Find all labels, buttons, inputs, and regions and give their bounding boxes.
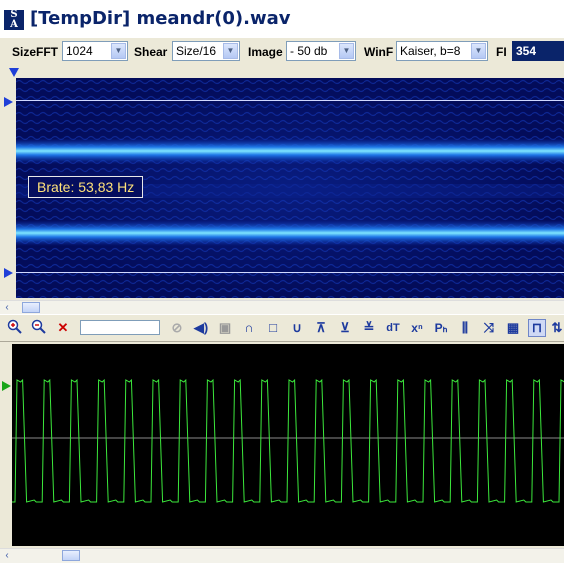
title-bar: S A [TempDir] meandr(0).wav <box>0 0 564 39</box>
sizefft-select[interactable]: 1024 ▼ <box>62 41 128 61</box>
window-title: [TempDir] meandr(0).wav <box>30 8 291 29</box>
scroll-left-icon[interactable]: ‹ <box>0 301 14 315</box>
chevron-down-icon[interactable]: ▼ <box>223 43 238 59</box>
waveform-view[interactable] <box>12 344 564 546</box>
pulse-icon[interactable]: ⊓ <box>528 319 546 337</box>
spectrogram-scrollbar[interactable]: ‹ <box>0 300 564 315</box>
winf-select[interactable]: Kaiser, b=8 ▼ <box>396 41 488 61</box>
arc-up-icon[interactable]: ∩ <box>240 319 258 337</box>
waveform-scrollbar[interactable]: ‹ <box>0 548 564 563</box>
image-value: - 50 db <box>290 44 328 58</box>
zoom-out-icon[interactable] <box>30 319 48 337</box>
dt-icon[interactable]: dT <box>384 319 402 337</box>
chevron-down-icon[interactable]: ▼ <box>111 43 126 59</box>
level-marker-icon[interactable] <box>4 97 13 107</box>
clear-zoom-icon[interactable]: ✕ <box>54 319 72 337</box>
peak-up-icon[interactable]: ⊼ <box>312 319 330 337</box>
shear-label: Shear <box>134 45 168 59</box>
brate-readout: Brate: 53,83 Hz <box>28 176 144 198</box>
upper-limit-line <box>16 100 564 101</box>
level-marker-icon[interactable] <box>4 268 13 278</box>
arc-down-icon[interactable]: ∪ <box>288 319 306 337</box>
grid-icon[interactable]: ▦ <box>504 319 522 337</box>
lower-limit-line <box>16 272 564 273</box>
peaks-icon[interactable]: ≚ <box>360 319 378 337</box>
x-power-icon[interactable]: xⁿ <box>408 319 426 337</box>
image-select[interactable]: - 50 db ▼ <box>286 41 356 61</box>
fi-field[interactable]: 354 <box>512 41 564 61</box>
analysis-toolbar: ✕ ⊘ ◀) ▣ ∩ □ ∪ ⊼ ⊻ ≚ dT xⁿ Pₕ ⫼ ⤨ ▦ ⊓ ⇅ <box>0 314 564 342</box>
sizefft-value: 1024 <box>66 44 93 58</box>
scroll-thumb[interactable] <box>62 550 80 561</box>
settings-toolbar: SizeFFT 1024 ▼ Shear Size/16 ▼ Image - 5… <box>0 38 564 66</box>
winf-value: Kaiser, b=8 <box>400 44 461 58</box>
app-icon[interactable]: S A <box>4 10 24 30</box>
scroll-left-icon[interactable]: ‹ <box>0 549 14 563</box>
up-down-icon[interactable]: ⇅ <box>550 319 564 337</box>
shear-select[interactable]: Size/16 ▼ <box>172 41 240 61</box>
cross-icon[interactable]: ⤨ <box>480 319 498 337</box>
chevron-down-icon[interactable]: ▼ <box>471 43 486 59</box>
position-field[interactable] <box>80 320 160 335</box>
winf-label: WinF <box>364 45 394 59</box>
scope-ruler <box>0 342 12 548</box>
disabled-icon: ⊘ <box>171 320 183 335</box>
stop-icon[interactable]: ▣ <box>216 319 234 337</box>
zoom-in-icon[interactable] <box>6 319 24 337</box>
scroll-thumb[interactable] <box>22 302 40 313</box>
image-label: Image <box>248 45 283 59</box>
square-wave-icon[interactable]: □ <box>264 319 282 337</box>
shear-value: Size/16 <box>176 44 217 58</box>
chevron-down-icon[interactable]: ▼ <box>339 43 354 59</box>
peak-down-icon[interactable]: ⊻ <box>336 319 354 337</box>
waveform-plot <box>12 378 564 503</box>
sizefft-label: SizeFFT <box>12 45 59 59</box>
bars-icon[interactable]: ⫼ <box>456 319 474 337</box>
fi-label: FI <box>496 45 507 59</box>
level-marker-icon[interactable] <box>2 381 11 391</box>
speaker-icon[interactable]: ◀) <box>192 319 210 337</box>
cursor-marker-icon[interactable] <box>9 68 19 77</box>
app-icon-letter-a: A <box>10 19 18 30</box>
p-sub-icon[interactable]: Pₕ <box>432 319 450 337</box>
waveform-trace <box>12 378 564 503</box>
